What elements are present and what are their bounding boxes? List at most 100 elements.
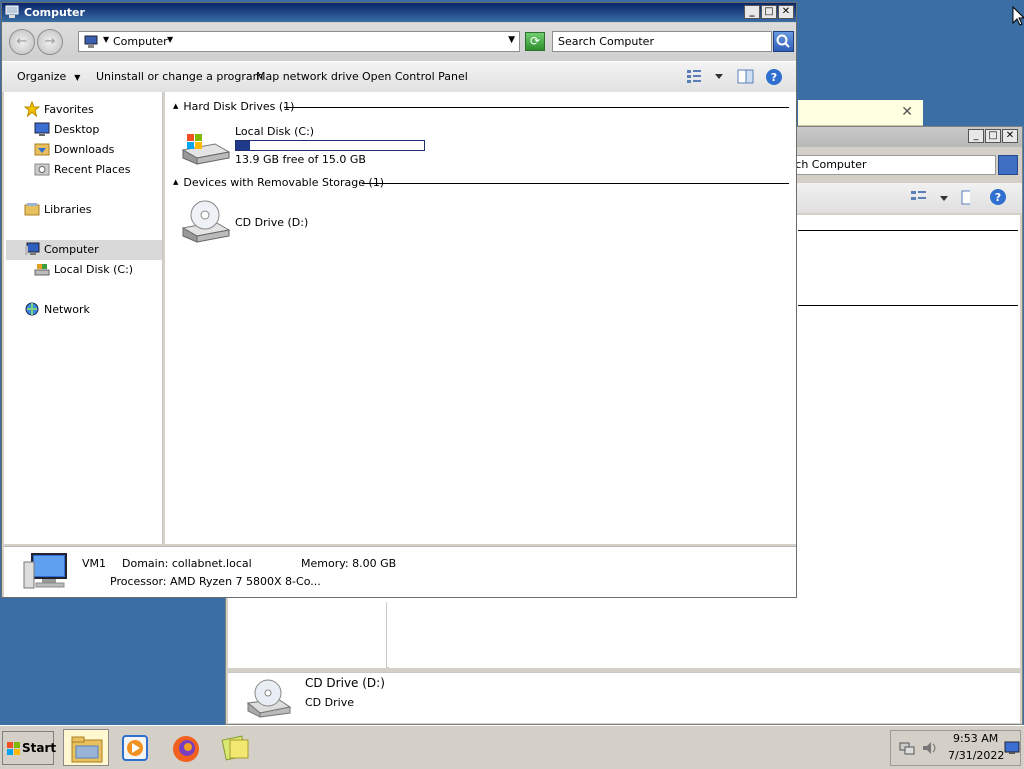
bg-cd-drive-type: CD Drive bbox=[305, 696, 354, 709]
nav-item-label: Network bbox=[44, 303, 90, 316]
organize-label: Organize bbox=[17, 70, 67, 83]
back-button[interactable]: ← bbox=[9, 29, 35, 55]
open-control-panel-button[interactable]: Open Control Panel bbox=[362, 70, 468, 83]
close-info-bar-icon[interactable]: ✕ bbox=[901, 104, 913, 120]
libraries-icon bbox=[24, 203, 40, 216]
uninstall-program-button[interactable]: Uninstall or change a program bbox=[96, 70, 263, 83]
hard-drive-icon bbox=[181, 134, 231, 165]
drive-local-disk-c[interactable]: Local Disk (C:) 13.9 GB free of 15.0 GB bbox=[165, 120, 465, 166]
nav-item-label: Favorites bbox=[44, 103, 94, 116]
address-dropdown-icon[interactable]: ▼ bbox=[508, 35, 515, 45]
recent-places-icon bbox=[34, 163, 50, 176]
address-bar[interactable]: ▼ Computer ▼ ▼ bbox=[78, 31, 520, 52]
nav-item-label: Local Disk (C:) bbox=[54, 263, 134, 276]
mouse-cursor-icon bbox=[1012, 6, 1024, 26]
computer-icon bbox=[25, 242, 40, 255]
nav-item-label: Libraries bbox=[44, 203, 92, 216]
window-title: Computer bbox=[24, 6, 85, 19]
drive-name: Local Disk (C:) bbox=[235, 125, 315, 138]
taskbar-firefox-button[interactable] bbox=[163, 729, 209, 766]
address-bar-row: ← → ▼ Computer ▼ ▼ ⟳ bbox=[2, 23, 796, 61]
domain-info: Domain: collabnet.local bbox=[122, 557, 252, 570]
start-label: Start bbox=[22, 741, 57, 755]
collapse-arrow-icon[interactable]: ▲ bbox=[173, 102, 178, 110]
group-header-removable-storage[interactable]: ▲ Devices with Removable Storage (1) bbox=[173, 176, 384, 189]
organize-dropdown-icon: ▼ bbox=[74, 73, 81, 82]
bg-close-button[interactable]: ✕ bbox=[1002, 129, 1018, 143]
bg-content-right bbox=[389, 602, 1020, 668]
nav-item-label: Recent Places bbox=[54, 163, 131, 176]
show-desktop-icon[interactable] bbox=[1004, 741, 1020, 755]
view-dropdown-icon[interactable] bbox=[713, 68, 725, 86]
collapse-arrow-icon[interactable]: ▲ bbox=[173, 178, 178, 186]
start-button[interactable]: Start bbox=[2, 731, 57, 765]
taskbar: Start bbox=[0, 725, 1024, 769]
command-bar: Organize ▼ Uninstall or change a program … bbox=[2, 61, 796, 92]
computer-name: VM1 bbox=[82, 557, 107, 570]
nav-item-label: Computer bbox=[44, 243, 99, 256]
group-header-label: Devices with Removable Storage (1) bbox=[183, 176, 385, 189]
change-view-icon[interactable] bbox=[686, 68, 702, 86]
bg-help-icon[interactable]: ? bbox=[989, 188, 1007, 206]
details-pane: VM1 Domain: collabnet.local Memory: 8.00… bbox=[4, 546, 796, 597]
clock-date[interactable]: 7/31/2022 bbox=[948, 749, 1004, 762]
preview-pane-icon[interactable] bbox=[737, 68, 755, 86]
svg-text:?: ? bbox=[995, 191, 1001, 204]
firefox-icon bbox=[173, 736, 199, 762]
info-bar: ✕ bbox=[798, 100, 923, 126]
bg-details-pane: CD Drive (D:) CD Drive bbox=[228, 672, 1020, 723]
cd-drive-icon bbox=[246, 679, 292, 718]
disk-usage-fill bbox=[236, 141, 250, 150]
main-window-titlebar[interactable]: Computer _ □ ✕ bbox=[2, 3, 796, 22]
group-divider bbox=[362, 183, 789, 184]
local-disk-icon bbox=[34, 264, 50, 276]
bg-nav-pane bbox=[228, 602, 387, 668]
refresh-button[interactable]: ⟳ bbox=[525, 32, 545, 51]
help-icon[interactable]: ? bbox=[765, 68, 783, 86]
star-icon bbox=[24, 101, 40, 117]
drive-free-space: 13.9 GB free of 15.0 GB bbox=[235, 153, 366, 166]
breadcrumb-separator-icon[interactable]: ▼ bbox=[103, 35, 109, 44]
main-window[interactable]: Computer _ □ ✕ ← → ▼ Computer ▼ ▼ ⟳ Orga… bbox=[1, 2, 797, 598]
taskbar-explorer-button[interactable] bbox=[63, 729, 109, 766]
volume-icon[interactable] bbox=[921, 740, 939, 756]
bg-search-button[interactable] bbox=[998, 155, 1018, 175]
folder-icon bbox=[71, 736, 103, 763]
windows-logo-icon bbox=[7, 742, 20, 755]
organize-button[interactable]: Organize ▼ bbox=[17, 70, 80, 83]
group-divider bbox=[284, 107, 789, 108]
maximize-button[interactable]: □ bbox=[761, 5, 777, 19]
close-button[interactable]: ✕ bbox=[778, 5, 794, 19]
svg-text:?: ? bbox=[771, 71, 777, 84]
bg-view-options-icon[interactable] bbox=[910, 189, 970, 207]
disk-usage-bar bbox=[235, 140, 425, 151]
minimize-button[interactable]: _ bbox=[744, 5, 760, 19]
desktop-icon bbox=[34, 122, 50, 136]
forward-button[interactable]: → bbox=[37, 29, 63, 55]
bg-maximize-button[interactable]: □ bbox=[985, 129, 1001, 143]
downloads-folder-icon bbox=[34, 143, 50, 156]
breadcrumb-chevron-icon[interactable]: ▼ bbox=[167, 35, 173, 44]
taskbar-sticky-notes-button[interactable] bbox=[213, 729, 259, 766]
clock-time[interactable]: 9:53 AM bbox=[953, 732, 998, 745]
network-status-icon[interactable] bbox=[899, 740, 915, 756]
search-button[interactable] bbox=[773, 31, 794, 52]
bg-minimize-button[interactable]: _ bbox=[968, 129, 984, 143]
map-network-drive-button[interactable]: Map network drive bbox=[256, 70, 359, 83]
taskbar-media-player-button[interactable] bbox=[113, 729, 159, 766]
drive-cd-drive-d[interactable]: CD Drive (D:) bbox=[165, 196, 465, 246]
computer-icon bbox=[5, 5, 19, 18]
nav-item-label: Desktop bbox=[54, 123, 100, 136]
bg-search-input[interactable]: rch Computer bbox=[786, 155, 996, 175]
search-input[interactable] bbox=[552, 31, 772, 52]
processor-info: Processor: AMD Ryzen 7 5800X 8-Co... bbox=[110, 575, 321, 588]
bg-cd-drive-title: CD Drive (D:) bbox=[305, 676, 385, 690]
breadcrumb-computer[interactable]: Computer bbox=[113, 35, 168, 48]
computer-icon bbox=[23, 553, 67, 589]
network-icon bbox=[25, 302, 39, 316]
nav-item-label: Downloads bbox=[54, 143, 115, 156]
content-pane: ▲ Hard Disk Drives (1) Local Disk (C:) 13… bbox=[165, 92, 796, 544]
search-icon bbox=[776, 34, 790, 48]
group-header-hard-disk-drives[interactable]: ▲ Hard Disk Drives (1) bbox=[173, 100, 294, 113]
sticky-notes-icon bbox=[221, 735, 249, 761]
